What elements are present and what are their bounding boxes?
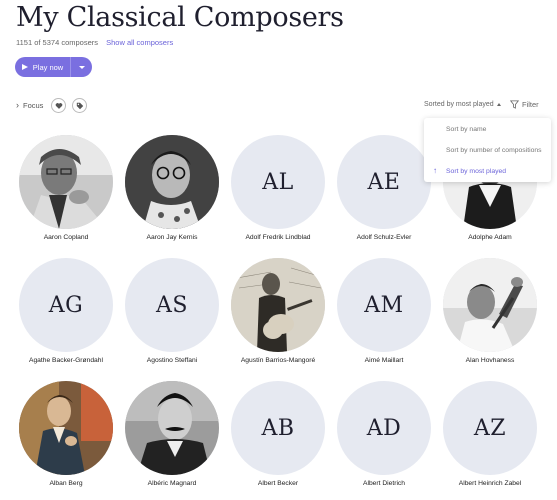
composer-card[interactable]: AL Adolf Fredrik Lindblad: [228, 135, 328, 245]
composer-initials-avatar: AL: [231, 135, 325, 229]
arrow-up-icon: ↑: [433, 166, 437, 175]
composer-card[interactable]: Aaron Copland: [16, 135, 116, 245]
composer-initials: AE: [367, 169, 401, 195]
composer-photo: [19, 381, 113, 475]
composer-initials-avatar: AD: [337, 381, 431, 475]
sort-by-name-option[interactable]: Sort by name: [424, 119, 551, 139]
menu-item-label: Sort by most played: [446, 167, 507, 175]
composer-portrait-image: [231, 258, 325, 352]
composer-initials-avatar: AM: [337, 258, 431, 352]
composer-card[interactable]: AD Albert Dietrich: [334, 381, 434, 491]
sort-by-compositions-option[interactable]: Sort by number of compositions: [424, 140, 551, 160]
composer-portrait-image: [19, 381, 113, 475]
page-title: My Classical Composers: [16, 2, 344, 33]
composer-card[interactable]: AZ Albert Heinrich Zabel: [440, 381, 540, 491]
play-button-group: Play now: [15, 57, 92, 77]
composer-initials: AL: [262, 169, 294, 195]
sort-dropdown[interactable]: Sorted by most played: [424, 101, 501, 108]
composer-card[interactable]: Agustín Barrios-Mangoré: [228, 258, 328, 368]
play-icon: [21, 64, 28, 70]
composer-card[interactable]: Albéric Magnard: [122, 381, 222, 491]
composer-name: Albert Becker: [257, 480, 299, 487]
composer-portrait-image: [125, 381, 219, 475]
composer-initials-avatar: AB: [231, 381, 325, 475]
composer-card[interactable]: Alban Berg: [16, 381, 116, 491]
caret-up-icon: [496, 102, 501, 106]
composer-name: Alban Berg: [49, 480, 83, 487]
composer-name: Aimé Maillart: [364, 357, 404, 364]
composer-name: Adolf Schulz-Evler: [356, 234, 412, 241]
composer-card[interactable]: Alan Hovhaness: [440, 258, 540, 368]
tags-filter-button[interactable]: [72, 98, 87, 113]
heart-icon: [55, 102, 62, 109]
composer-portrait-image: [443, 258, 537, 352]
composer-initials: AS: [156, 292, 188, 318]
composer-name: Alan Hovhaness: [465, 357, 515, 364]
composer-name: Agustín Barrios-Mangoré: [240, 357, 316, 364]
composer-initials: AD: [366, 415, 402, 441]
count-text: 1151 of 5374 composers: [16, 38, 98, 47]
composer-initials: AB: [261, 415, 295, 441]
composer-name: Aaron Copland: [43, 234, 89, 241]
composer-card[interactable]: Aaron Jay Kernis: [122, 135, 222, 245]
composer-initials: AG: [48, 292, 84, 318]
composer-card[interactable]: AM Aimé Maillart: [334, 258, 434, 368]
focus-toggle[interactable]: › Focus: [16, 100, 43, 110]
composer-card[interactable]: AG Agathe Backer-Grøndahl: [16, 258, 116, 368]
composer-initials: AZ: [473, 415, 507, 441]
composer-photo: [125, 135, 219, 229]
composer-initials-avatar: AS: [125, 258, 219, 352]
sort-menu: Sort by name Sort by number of compositi…: [424, 118, 551, 182]
menu-item-label: Sort by name: [446, 125, 487, 133]
composer-name: Adolf Fredrik Lindblad: [245, 234, 311, 241]
play-now-button[interactable]: Play now: [15, 57, 70, 77]
caret-down-icon: [78, 65, 85, 69]
composer-name: Agostino Steffani: [146, 357, 198, 364]
play-options-dropdown[interactable]: [70, 57, 92, 77]
composer-card[interactable]: AE Adolf Schulz-Evler: [334, 135, 434, 245]
composer-card[interactable]: AS Agostino Steffani: [122, 258, 222, 368]
composer-photo: [443, 258, 537, 352]
sort-by-most-played-option[interactable]: ↑ Sort by most played: [424, 161, 551, 181]
composer-card[interactable]: AB Albert Becker: [228, 381, 328, 491]
menu-item-label: Sort by number of compositions: [446, 146, 542, 154]
composer-name: Albéric Magnard: [147, 480, 197, 487]
composer-portrait-image: [125, 135, 219, 229]
show-all-link[interactable]: Show all composers: [106, 38, 173, 47]
filter-label: Filter: [522, 100, 539, 109]
composer-name: Agathe Backer-Grøndahl: [29, 357, 103, 364]
composer-photo: [19, 135, 113, 229]
composer-name: Aaron Jay Kernis: [146, 234, 198, 241]
tag-icon: [76, 102, 83, 109]
focus-label: Focus: [23, 100, 44, 110]
funnel-icon: [510, 100, 519, 109]
composer-initials-avatar: AZ: [443, 381, 537, 475]
chevron-right-icon: ›: [16, 100, 19, 110]
composer-portrait-image: [19, 135, 113, 229]
composer-photo: [125, 381, 219, 475]
favorites-filter-button[interactable]: [51, 98, 66, 113]
composer-initials-avatar: AE: [337, 135, 431, 229]
composer-name: Adolphe Adam: [468, 234, 512, 241]
composer-count: 1151 of 5374 composers Show all composer…: [16, 38, 173, 47]
composer-initials-avatar: AG: [19, 258, 113, 352]
composer-name: Albert Dietrich: [363, 480, 405, 487]
filter-button[interactable]: Filter: [510, 100, 539, 109]
composer-name: Albert Heinrich Zabel: [458, 480, 522, 487]
sort-label: Sorted by most played: [424, 101, 494, 108]
play-now-label: Play now: [32, 62, 64, 72]
composer-photo: [231, 258, 325, 352]
composer-initials: AM: [364, 292, 404, 318]
